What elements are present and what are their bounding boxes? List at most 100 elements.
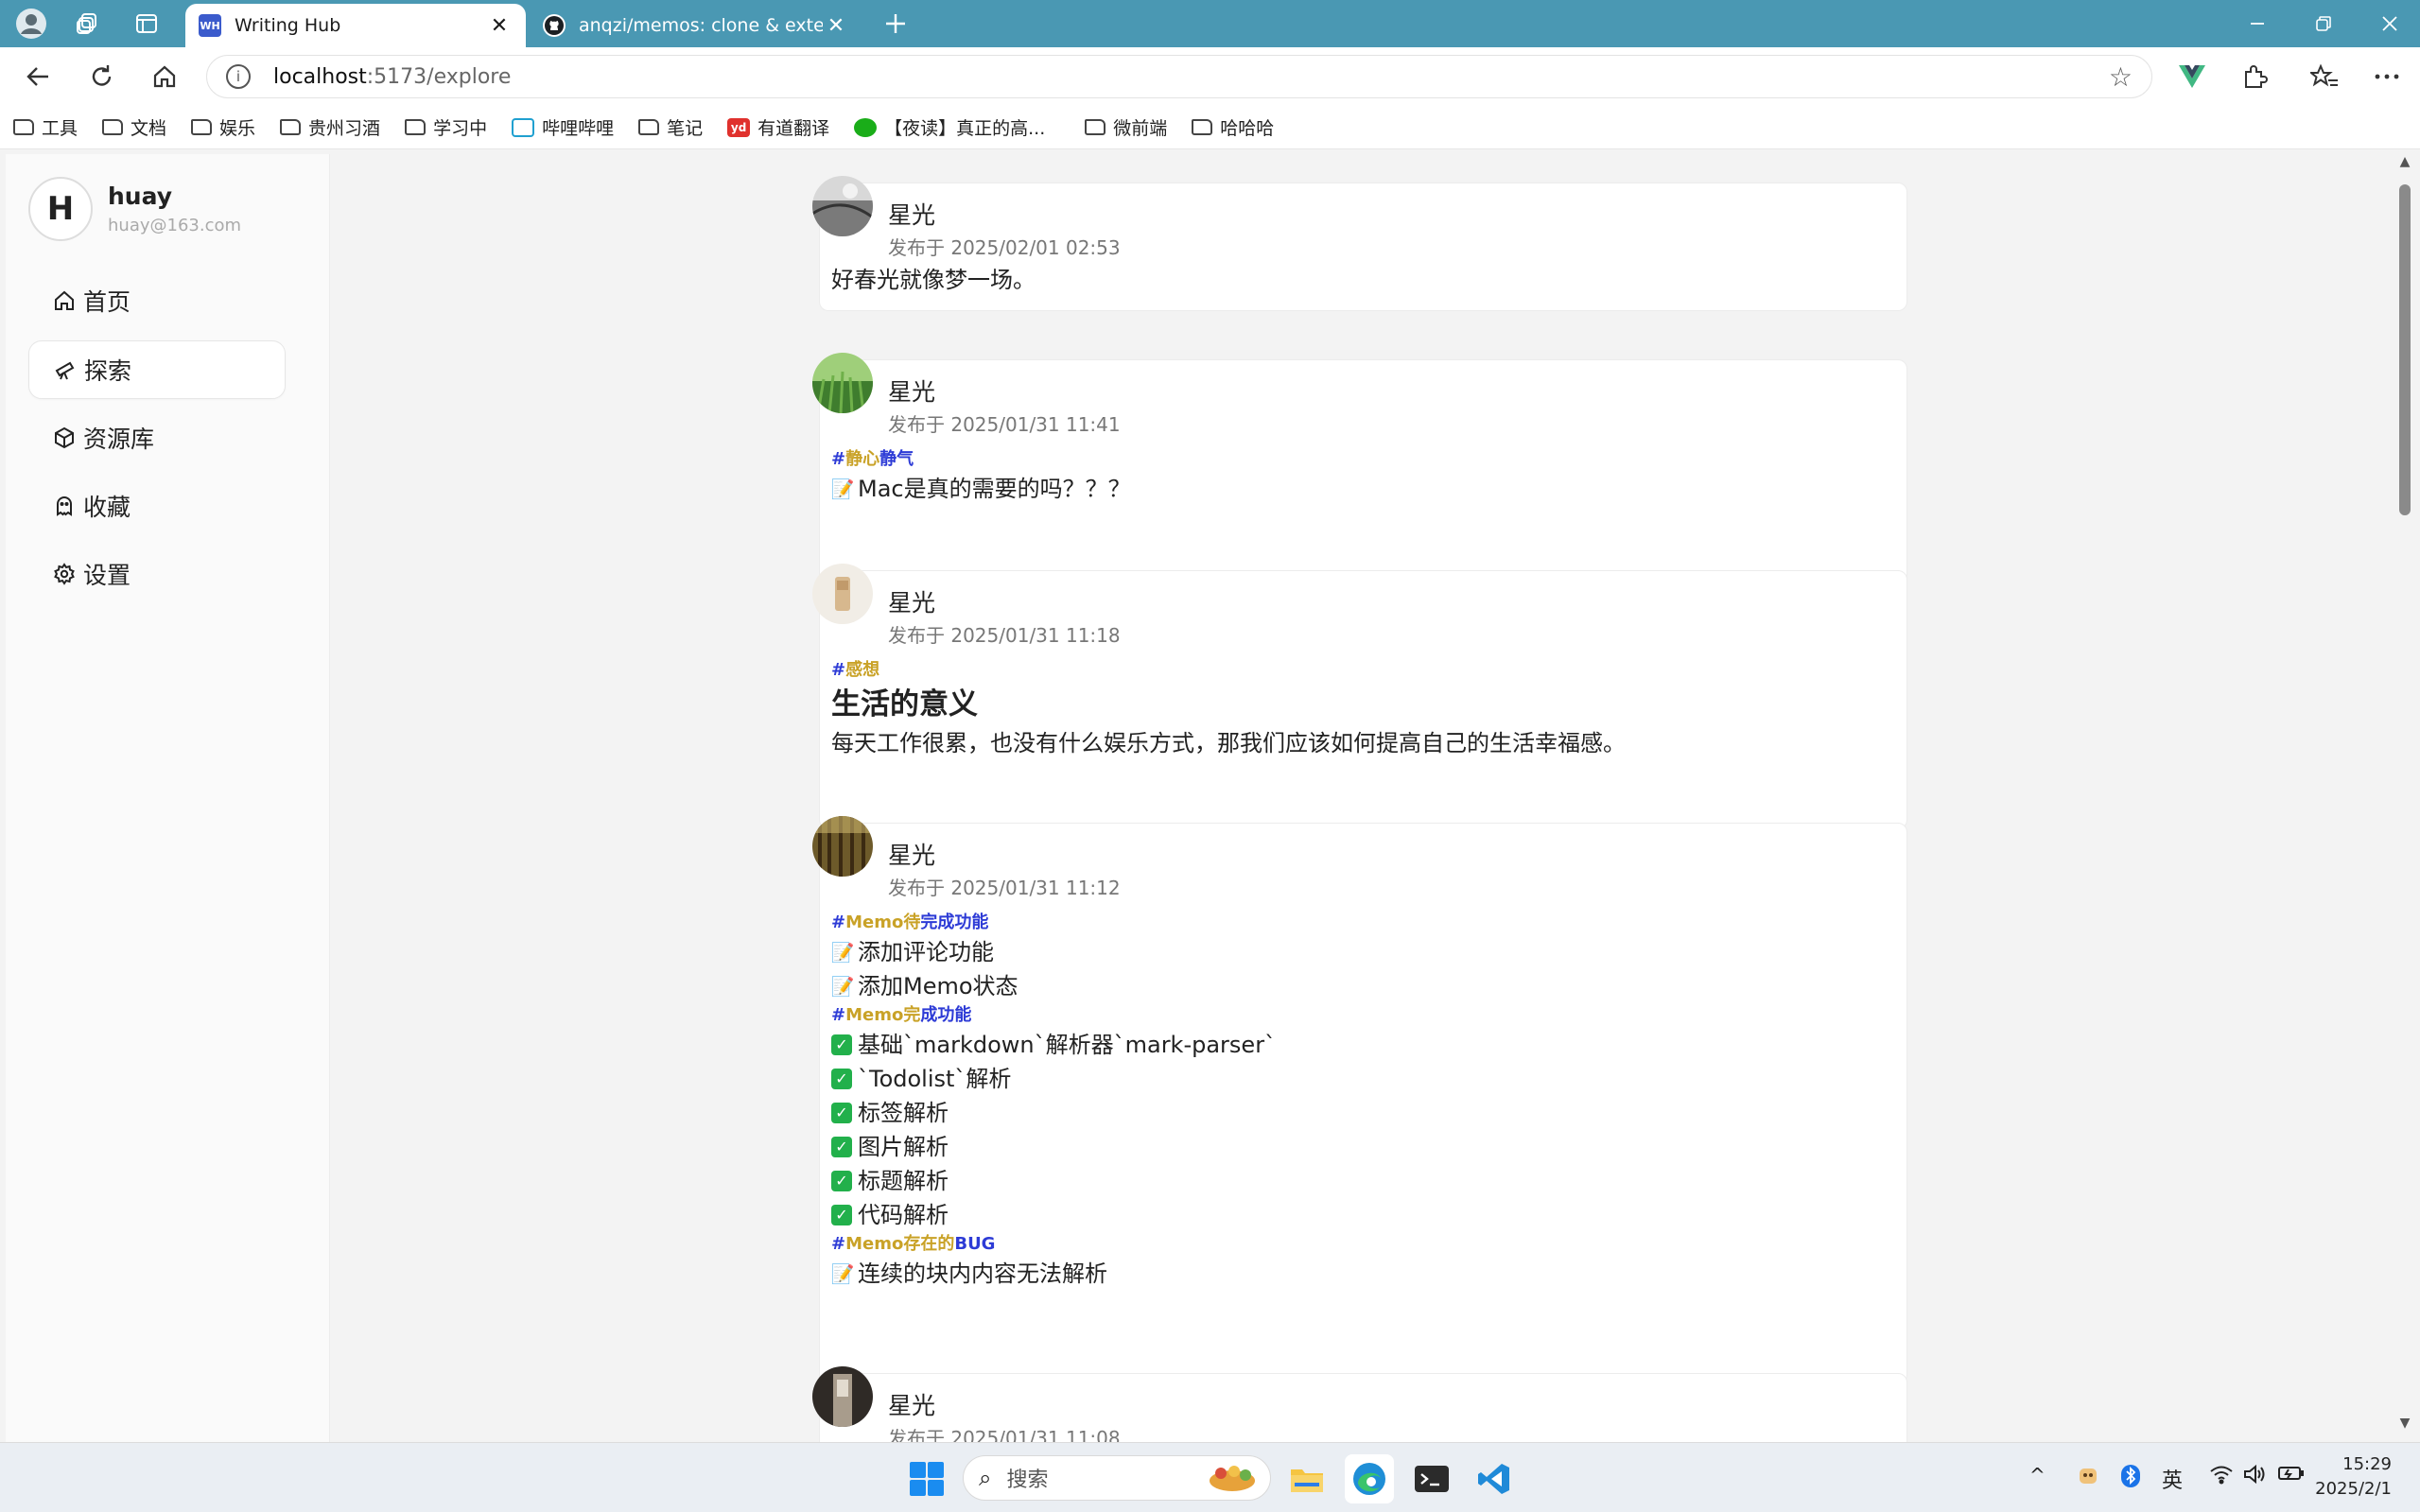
bookmark-folder[interactable]: 笔记 <box>638 114 703 140</box>
memo-timestamp: 发布于 2025/01/31 11:41 <box>888 413 1121 436</box>
bookmark-bilibili[interactable]: 哔哩哔哩 <box>512 114 614 140</box>
checkbox-checked-icon[interactable]: ✓ <box>831 1137 852 1157</box>
profile-icon[interactable] <box>9 8 53 40</box>
bookmark-folder[interactable]: 工具 <box>13 114 78 140</box>
bookmark-wechat-article[interactable]: 【夜读】真正的高... <box>854 114 1045 140</box>
memo-author[interactable]: 星光 <box>888 374 935 408</box>
avatar[interactable] <box>812 353 873 413</box>
github-favicon-icon <box>543 14 566 37</box>
browser-tab-bar: WH Writing Hub ✕ anqzi/memos: clone & ex… <box>0 0 2420 47</box>
more-options-icon[interactable] <box>2366 59 2408 95</box>
bookmark-folder[interactable]: 娱乐 <box>191 114 255 140</box>
home-icon[interactable] <box>146 59 183 95</box>
user-profile[interactable]: H huay huay@163.com <box>28 177 241 241</box>
home-icon <box>51 287 78 314</box>
battery-icon[interactable] <box>2277 1464 2304 1487</box>
sidebar-item-library[interactable]: 资源库 <box>28 408 286 467</box>
memo-tag[interactable]: # 静心静气 <box>831 447 1895 472</box>
favorites-icon[interactable] <box>2304 59 2345 95</box>
memo-timestamp: 发布于 2025/01/31 11:18 <box>888 624 1121 647</box>
page-scrollbar[interactable]: ▲ ▼ <box>2395 150 2414 1442</box>
bookmark-folder[interactable]: 微前端 <box>1085 114 1167 140</box>
search-highlight-icon <box>1206 1462 1259 1500</box>
wifi-icon[interactable] <box>2209 1464 2234 1489</box>
avatar: H <box>28 177 93 241</box>
youdao-icon: yd <box>727 117 751 137</box>
checkbox-checked-icon[interactable]: ✓ <box>831 1069 852 1089</box>
vscode-icon[interactable] <box>1470 1454 1519 1503</box>
close-tab-icon[interactable]: ✕ <box>823 14 849 38</box>
minimize-icon[interactable] <box>2224 0 2290 47</box>
clock-time: 15:29 <box>2342 1454 2392 1474</box>
bookmark-folder[interactable]: 文档 <box>102 114 166 140</box>
bookmark-folder[interactable]: 学习中 <box>405 114 487 140</box>
tab-writing-hub[interactable]: WH Writing Hub ✕ <box>185 4 526 47</box>
close-window-icon[interactable] <box>2357 0 2420 47</box>
show-hidden-icons-icon[interactable]: ^ <box>2029 1464 2046 1486</box>
tab-title: Writing Hub <box>235 15 341 36</box>
checkbox-checked-icon[interactable]: ✓ <box>831 1171 852 1191</box>
bookmark-youdao[interactable]: yd 有道翻译 <box>727 114 829 140</box>
search-icon: ⌕ <box>979 1465 992 1491</box>
address-bar[interactable]: i localhost:5173/explore ☆ <box>206 55 2152 98</box>
avatar[interactable] <box>812 816 873 877</box>
file-explorer-icon[interactable] <box>1282 1454 1332 1503</box>
workspaces-icon[interactable] <box>66 8 110 40</box>
bookmark-label: 笔记 <box>667 118 704 139</box>
checkbox-checked-icon[interactable]: ✓ <box>831 1205 852 1225</box>
close-tab-icon[interactable]: ✕ <box>486 14 513 38</box>
done-item: ✓ 标签解析 <box>831 1096 1895 1130</box>
sidebar-item-favorites[interactable]: 收藏 <box>28 477 286 535</box>
tray-app-icon[interactable] <box>2077 1464 2099 1491</box>
tab-title: anqzi/memos: clone & extend us <box>579 15 823 36</box>
edge-browser-icon[interactable] <box>1345 1454 1394 1503</box>
sidebar-item-explore[interactable]: 探索 <box>28 340 286 399</box>
site-info-icon[interactable]: i <box>226 64 251 89</box>
memo-author[interactable]: 星光 <box>888 1387 935 1421</box>
memo-tag[interactable]: # Memo 完成功能 <box>831 1003 1895 1028</box>
terminal-icon[interactable] <box>1407 1454 1456 1503</box>
taskbar: ⌕ 搜索 ^ 英 15:29 2025/2/1 <box>0 1442 2420 1512</box>
done-item: ✓ 代码解析 <box>831 1198 1895 1232</box>
favorite-star-icon[interactable]: ☆ <box>2109 61 2133 93</box>
system-clock[interactable]: 15:29 2025/2/1 <box>2315 1452 2392 1502</box>
tab-github-memos[interactable]: anqzi/memos: clone & extend us ✕ <box>530 4 862 47</box>
taskbar-search[interactable]: ⌕ 搜索 <box>963 1455 1271 1501</box>
extensions-icon[interactable] <box>2234 59 2275 95</box>
vue-devtools-icon[interactable] <box>2171 59 2213 95</box>
new-tab-icon[interactable] <box>874 8 917 40</box>
vertical-tabs-icon[interactable] <box>125 8 168 40</box>
sidebar-item-home[interactable]: 首页 <box>28 271 286 330</box>
done-item: ✓ 标题解析 <box>831 1164 1895 1198</box>
memo-tag[interactable]: # Memo 待完成功能 <box>831 911 1895 935</box>
checkbox-checked-icon[interactable]: ✓ <box>831 1103 852 1123</box>
scroll-thumb[interactable] <box>2399 184 2411 515</box>
url-host: localhost <box>273 64 367 89</box>
avatar[interactable] <box>812 1366 873 1427</box>
sidebar-item-settings[interactable]: 设置 <box>28 545 286 603</box>
checkbox-checked-icon[interactable]: ✓ <box>831 1034 852 1055</box>
memo-pencil-icon: 📝 <box>830 478 855 500</box>
bookmark-folder[interactable]: 贵州习酒 <box>280 114 380 140</box>
refresh-icon[interactable] <box>83 59 121 95</box>
back-icon[interactable] <box>19 59 57 95</box>
avatar[interactable] <box>812 176 873 236</box>
restore-icon[interactable] <box>2290 0 2357 47</box>
start-button[interactable] <box>902 1454 951 1503</box>
input-method-indicator[interactable]: 英 <box>2162 1464 2183 1494</box>
scroll-up-icon[interactable]: ▲ <box>2398 154 2411 169</box>
memo-timestamp: 发布于 2025/02/01 02:53 <box>888 236 1121 259</box>
bluetooth-icon[interactable] <box>2120 1464 2141 1493</box>
memo-author[interactable]: 星光 <box>888 584 935 618</box>
volume-icon[interactable] <box>2243 1464 2266 1489</box>
memo-tag[interactable]: # 感想 <box>831 658 1895 683</box>
memo-tag[interactable]: # Memo 存在的 BUG <box>831 1232 1895 1257</box>
todo-item: 📝 添加评论功能 <box>830 939 994 965</box>
memo-author[interactable]: 星光 <box>888 197 935 231</box>
scroll-down-icon[interactable]: ▼ <box>2398 1416 2411 1431</box>
telescope-icon <box>52 356 78 383</box>
bookmark-folder[interactable]: 哈哈哈 <box>1192 114 1274 140</box>
avatar[interactable] <box>812 564 873 624</box>
gear-icon <box>51 561 78 587</box>
memo-author[interactable]: 星光 <box>888 837 935 871</box>
